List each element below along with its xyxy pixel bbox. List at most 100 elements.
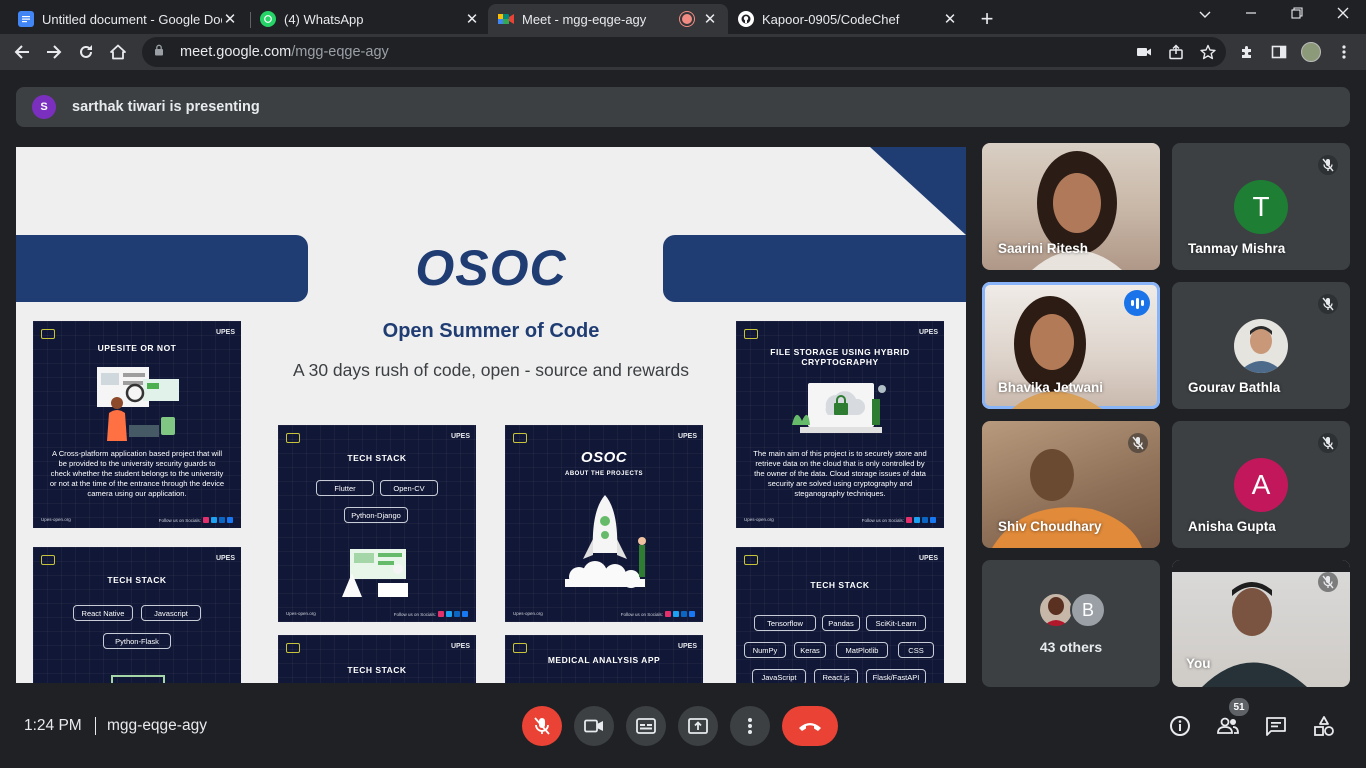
presenter-avatar: S	[32, 95, 56, 119]
meeting-controls-bar: 1:24 PM mgg-eqge-agy 51	[0, 690, 1366, 768]
card-footer-site: Upes-open.org	[744, 517, 774, 522]
linkedin-icon	[454, 611, 460, 617]
participant-tile-saarini-ritesh[interactable]: Saarini Ritesh	[982, 143, 1160, 270]
close-tab-icon[interactable]: ✕	[464, 10, 480, 28]
others-count-label: 43 others	[1039, 639, 1103, 655]
tab-title: Kapoor-0905/CodeChef	[762, 11, 900, 27]
reload-button[interactable]	[75, 41, 97, 63]
new-tab-button[interactable]: +	[976, 6, 998, 32]
socials-label: Follow us on Socials:	[620, 611, 663, 617]
activities-shapes-icon	[1314, 716, 1334, 736]
tech-pill: Javascript	[141, 605, 201, 621]
socials-label: Follow us on Socials:	[861, 517, 904, 523]
card-footer-socials: Follow us on Socials:	[862, 517, 936, 523]
forward-button[interactable]	[43, 41, 65, 63]
tab-google-docs[interactable]: Untitled document - Google Doc ✕	[8, 4, 248, 34]
close-window-icon[interactable]	[1333, 6, 1353, 22]
mic-off-icon	[534, 717, 550, 735]
muted-mic-icon	[1318, 572, 1338, 592]
github-icon	[738, 11, 754, 27]
minimize-window-icon[interactable]	[1241, 6, 1261, 22]
participant-name: Tanmay Mishra	[1188, 241, 1286, 256]
participant-tile-anisha-gupta[interactable]: A Anisha Gupta	[1172, 421, 1350, 548]
presentation-stage[interactable]: OSOC Open Summer of Code A 30 days rush …	[16, 147, 966, 683]
project-card-upesite: UPES UPESITE OR NOT A Cross-platform app…	[33, 321, 241, 528]
muted-mic-icon	[1318, 294, 1338, 314]
card-footer-socials: Follow us on Socials:	[621, 611, 695, 617]
twitter-icon	[914, 517, 920, 523]
chat-button[interactable]	[1264, 714, 1288, 738]
bookmark-star-icon[interactable]	[1197, 41, 1219, 63]
facebook-icon	[930, 517, 936, 523]
participant-tile-bhavika-jetwani[interactable]: Bhavika Jetwani	[982, 282, 1160, 409]
close-tab-icon[interactable]: ✕	[702, 10, 718, 28]
others-tile[interactable]: B 43 others	[982, 560, 1160, 687]
participant-name: Shiv Choudhary	[998, 519, 1102, 534]
meeting-details-button[interactable]	[1168, 714, 1192, 738]
video-camera-icon	[584, 719, 603, 733]
profile-avatar[interactable]	[1301, 42, 1321, 62]
recording-indicator-icon	[682, 14, 692, 24]
address-bar[interactable]: meet.google.com/mgg-eqge-agy	[142, 37, 1226, 67]
participant-name: Saarini Ritesh	[998, 241, 1089, 256]
tab-whatsapp[interactable]: (4) WhatsApp ✕	[250, 4, 490, 34]
meeting-code: mgg-eqge-agy	[107, 717, 207, 734]
people-button[interactable]	[1216, 714, 1240, 738]
more-options-button[interactable]	[730, 706, 770, 746]
extensions-puzzle-icon[interactable]	[1236, 41, 1258, 63]
home-button[interactable]	[107, 41, 129, 63]
tab-google-meet[interactable]: Meet - mgg-eqge-agy ✕	[488, 4, 728, 34]
close-tab-icon[interactable]: ✕	[222, 10, 238, 28]
other-participant-avatar	[1038, 592, 1074, 628]
twitter-icon	[211, 517, 217, 523]
activities-button[interactable]	[1312, 714, 1336, 738]
microphone-toggle-button[interactable]	[522, 706, 562, 746]
close-tab-icon[interactable]: ✕	[942, 10, 958, 28]
tech-pill: Pandas	[822, 615, 860, 631]
tech-pill: JavaScript	[752, 669, 806, 683]
tab-title: Meet - mgg-eqge-agy	[522, 11, 647, 27]
tab-github[interactable]: Kapoor-0905/CodeChef ✕	[728, 4, 968, 34]
presenting-banner: S sarthak tiwari is presenting	[16, 87, 1350, 127]
card-title: TECH STACK	[347, 453, 407, 463]
muted-mic-icon	[1318, 155, 1338, 175]
osoc-logo-icon	[513, 643, 527, 653]
share-icon[interactable]	[1165, 41, 1187, 63]
card-title: TECH STACK	[107, 575, 167, 585]
slide-corner-decoration	[870, 147, 966, 235]
browser-menu-icon[interactable]	[1333, 41, 1355, 63]
leave-call-button[interactable]	[782, 706, 838, 746]
camera-toggle-button[interactable]	[574, 706, 614, 746]
medical-analysis-card: UPES MEDICAL ANALYSIS APP	[505, 635, 703, 683]
tech-pill: Keras	[794, 642, 826, 658]
tech-stack-card-2: UPES TECH STACK React Native Javascript …	[33, 547, 241, 683]
tab-search-icon[interactable]	[1195, 6, 1215, 22]
present-screen-button[interactable]	[678, 706, 718, 746]
upes-logo: UPES	[918, 329, 938, 336]
tech-pill: SciKit-Learn	[866, 615, 926, 631]
participant-tile-you[interactable]: You	[1172, 560, 1350, 687]
restore-window-icon[interactable]	[1287, 6, 1307, 22]
whatsapp-icon	[260, 11, 276, 27]
participant-tile-gourav-bathla[interactable]: Gourav Bathla	[1172, 282, 1350, 409]
more-vert-icon	[748, 718, 752, 734]
side-panel-icon[interactable]	[1268, 41, 1290, 63]
slide-title: OSOC	[415, 240, 567, 296]
participant-tile-shiv-choudhary[interactable]: Shiv Choudhary	[982, 421, 1160, 548]
participant-tile-tanmay-mishra[interactable]: T Tanmay Mishra	[1172, 143, 1350, 270]
captions-button[interactable]	[626, 706, 666, 746]
url-path: /mgg-eqge-agy	[291, 44, 389, 60]
osoc-logo-icon	[744, 329, 758, 339]
linkedin-icon	[681, 611, 687, 617]
tech-pill: React Native	[73, 605, 133, 621]
facebook-icon	[462, 611, 468, 617]
home-icon	[110, 44, 126, 60]
camera-in-use-icon[interactable]	[1133, 41, 1155, 63]
back-button[interactable]	[11, 41, 33, 63]
facebook-icon	[227, 517, 233, 523]
card-title: UPESITE OR NOT	[97, 343, 177, 353]
security-guard-illustration	[97, 367, 179, 441]
card-footer-socials: Follow us on Socials:	[394, 611, 468, 617]
card-footer-site: Upes-open.org	[286, 611, 316, 616]
url-host: meet.google.com	[180, 44, 292, 60]
